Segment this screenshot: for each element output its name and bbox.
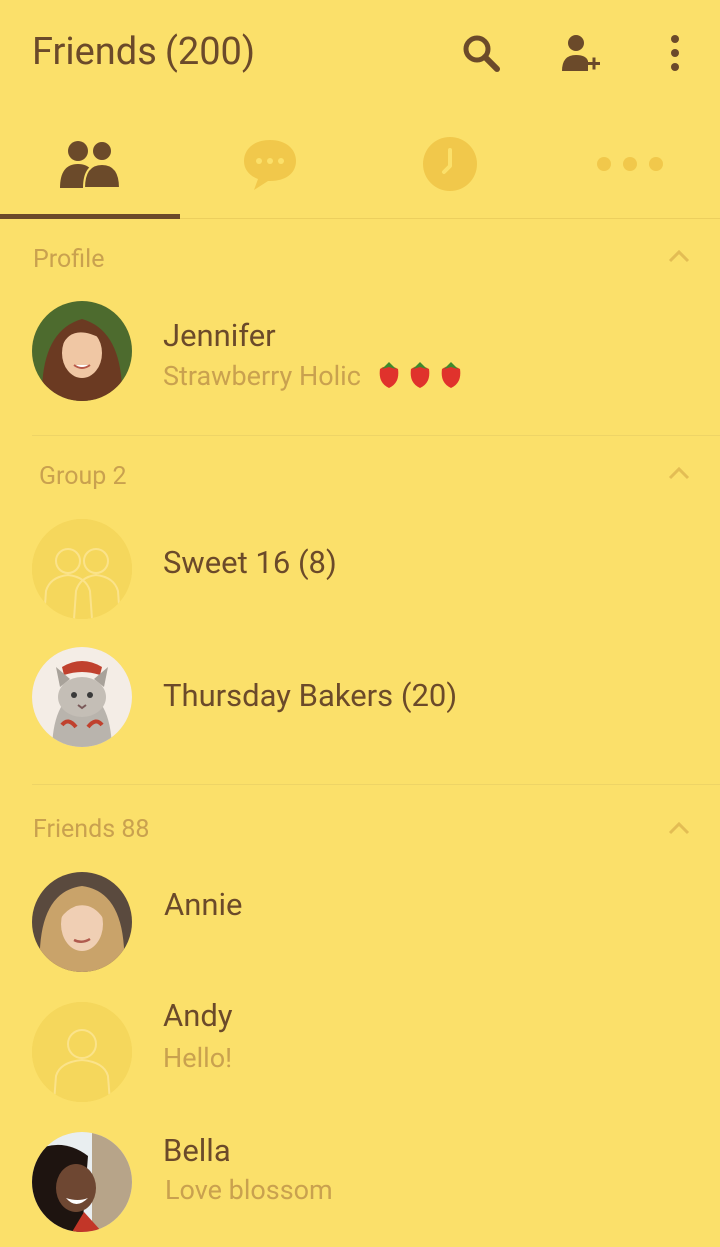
tab-recent[interactable]	[360, 110, 540, 218]
more-options-button[interactable]	[650, 28, 700, 78]
section-title: Profile	[33, 245, 105, 274]
avatar	[32, 872, 132, 972]
add-friend-button[interactable]	[555, 28, 605, 78]
list-item-friend[interactable]: Bella Love blossom	[0, 1117, 720, 1247]
title-text: Friends	[32, 30, 157, 74]
tab-bar	[0, 110, 720, 219]
section-header[interactable]: Profile	[0, 219, 720, 297]
app-bar: Friends (200)	[0, 0, 720, 110]
default-avatar-icon	[32, 1002, 132, 1102]
profile-status: Strawberry Holic	[163, 359, 466, 396]
list-item-group[interactable]: Sweet 16 (8)	[0, 514, 720, 647]
search-button[interactable]	[456, 28, 506, 78]
friends-section: Friends 88 Annie Andy Hello! Bella Love …	[0, 785, 720, 1247]
list-item-friend[interactable]: Andy Hello!	[0, 987, 720, 1117]
clock-icon	[423, 137, 477, 191]
chat-bubble-icon	[244, 140, 296, 190]
friend-name: Andy	[163, 997, 233, 1034]
friend-status: Hello!	[163, 1042, 233, 1074]
avatar	[32, 301, 132, 401]
list-item-group[interactable]: Thursday Bakers (20)	[0, 647, 720, 782]
tab-chats[interactable]	[180, 110, 360, 218]
profile-name: Jennifer	[163, 317, 276, 354]
page-title: Friends (200)	[32, 30, 255, 74]
search-icon	[463, 35, 500, 72]
group-name: Thursday Bakers (20)	[163, 677, 458, 714]
more-vert-icon	[671, 35, 679, 71]
group-avatar-icon	[32, 519, 132, 619]
section-title: Friends 88	[33, 815, 150, 844]
groups-section: Group 2 Sweet 16 (8) Thursday Bakers (20…	[0, 436, 720, 782]
chevron-up-icon[interactable]	[668, 249, 690, 263]
group-name: Sweet 16 (8)	[163, 544, 337, 581]
profile-section: Profile Jennifer Strawberry Holic	[0, 219, 720, 435]
status-text: Strawberry Holic	[163, 360, 361, 392]
list-item-profile[interactable]: Jennifer Strawberry Holic	[0, 297, 720, 435]
chevron-up-icon[interactable]	[668, 821, 690, 835]
strawberry-icon	[374, 359, 466, 396]
people-icon	[60, 140, 122, 189]
add-friend-icon	[562, 35, 600, 71]
friend-name: Bella	[163, 1132, 231, 1169]
tab-more[interactable]	[540, 110, 720, 218]
friend-status: Love blossom	[165, 1174, 333, 1206]
section-title: Group 2	[39, 462, 127, 491]
more-horiz-icon	[597, 157, 663, 171]
friend-count: (200)	[164, 30, 256, 74]
chevron-up-icon[interactable]	[668, 466, 690, 480]
tab-friends[interactable]	[0, 110, 180, 219]
list-item-friend[interactable]: Annie	[0, 857, 720, 987]
avatar	[32, 647, 132, 747]
section-header[interactable]: Friends 88	[0, 785, 720, 857]
avatar	[32, 1132, 132, 1232]
section-header[interactable]: Group 2	[0, 436, 720, 514]
friend-name: Annie	[164, 886, 243, 923]
